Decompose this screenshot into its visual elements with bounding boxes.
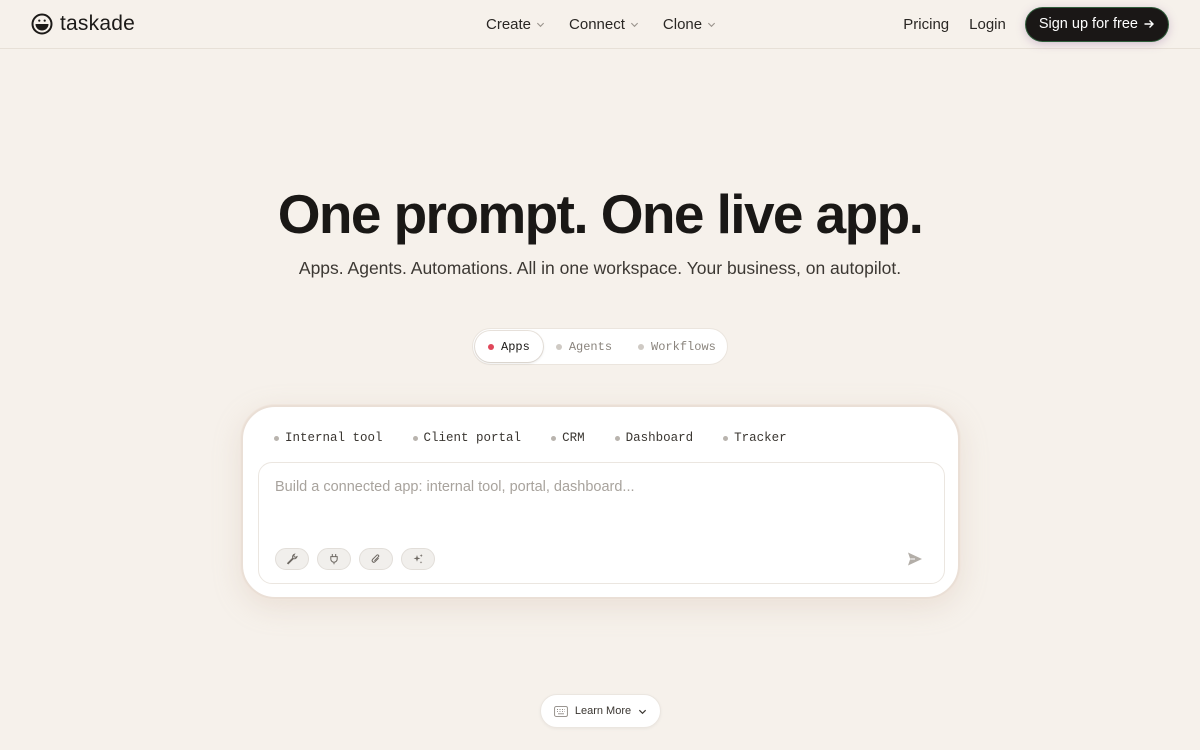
nav-create-menu[interactable]: Create — [486, 16, 545, 33]
chevron-down-icon — [639, 709, 647, 714]
learn-more-label: Learn More — [574, 705, 632, 717]
send-icon[interactable] — [906, 550, 924, 568]
chip-dot — [723, 435, 729, 441]
top-navbar: taskade Create Connect Clone Pricing Log… — [0, 0, 1200, 49]
chip-dot — [551, 435, 557, 441]
sparkles-icon — [413, 554, 423, 564]
chip-tracker[interactable]: Tracker — [723, 431, 787, 445]
tab-workflows-label: Workflows — [651, 339, 716, 354]
tab-agents-label: Agents — [568, 339, 613, 354]
keyboard-icon — [554, 705, 568, 717]
hero-title: One prompt. One live app. — [277, 183, 924, 245]
nav-connect-menu[interactable]: Connect — [569, 16, 639, 33]
brand-logo[interactable]: taskade — [31, 11, 135, 37]
learn-more-button[interactable]: Learn More — [540, 694, 661, 728]
tab-workflows[interactable]: Workflows — [625, 331, 729, 362]
wrench-icon — [286, 553, 298, 565]
pricing-link[interactable]: Pricing — [903, 16, 949, 33]
tool-button-wrench[interactable] — [275, 548, 309, 570]
tool-button-attach[interactable] — [359, 548, 393, 570]
chip-label: Internal tool — [285, 431, 383, 445]
brand-name: taskade — [60, 12, 135, 35]
tool-button-sparkles[interactable] — [401, 548, 435, 570]
tab-agents[interactable]: Agents — [543, 331, 625, 362]
suggestion-chips: Internal tool Client portal CRM Dashboar… — [274, 429, 787, 447]
prompt-input-box — [258, 462, 945, 584]
chip-internal-tool[interactable]: Internal tool — [274, 431, 383, 445]
nav-actions: Pricing Login Sign up for free — [903, 0, 1168, 48]
arrow-right-icon — [1144, 20, 1154, 28]
chip-label: Dashboard — [625, 431, 694, 445]
nav-connect-label: Connect — [569, 15, 625, 33]
chip-dot — [274, 435, 279, 441]
chip-label: CRM — [562, 431, 585, 445]
tab-apps[interactable]: Apps — [475, 331, 543, 362]
taskade-logo-icon — [31, 13, 53, 35]
mode-tabs: Apps Agents Workflows — [472, 328, 728, 365]
main-nav: Create Connect Clone — [486, 0, 716, 48]
login-link[interactable]: Login — [969, 16, 1006, 33]
chip-dashboard[interactable]: Dashboard — [614, 431, 694, 445]
signup-button[interactable]: Sign up for free — [1025, 7, 1168, 41]
chip-crm[interactable]: CRM — [551, 431, 585, 445]
nav-clone-label: Clone — [662, 15, 703, 33]
tab-apps-label: Apps — [501, 339, 530, 354]
prompt-card: Internal tool Client portal CRM Dashboar… — [241, 405, 960, 599]
paperclip-icon — [371, 554, 380, 563]
active-dot — [488, 343, 494, 350]
chip-dot — [412, 435, 418, 441]
inactive-dot — [555, 343, 562, 350]
chevron-down-icon — [536, 22, 545, 27]
prompt-tools — [275, 548, 435, 570]
chevron-down-icon — [630, 22, 638, 27]
hero-subtitle: Apps. Agents. Automations. All in one wo… — [298, 258, 902, 278]
tool-button-plug[interactable] — [317, 548, 351, 570]
signup-label: Sign up for free — [1038, 16, 1138, 32]
chip-label: Client portal — [423, 431, 522, 445]
chip-client-portal[interactable]: Client portal — [412, 431, 522, 445]
plug-icon — [330, 554, 338, 565]
inactive-dot — [638, 343, 645, 350]
nav-create-label: Create — [486, 15, 532, 33]
chip-label: Tracker — [734, 431, 787, 445]
prompt-input[interactable] — [275, 477, 875, 497]
chevron-down-icon — [708, 22, 716, 27]
nav-clone-menu[interactable]: Clone — [663, 16, 716, 33]
chip-dot — [614, 435, 620, 441]
